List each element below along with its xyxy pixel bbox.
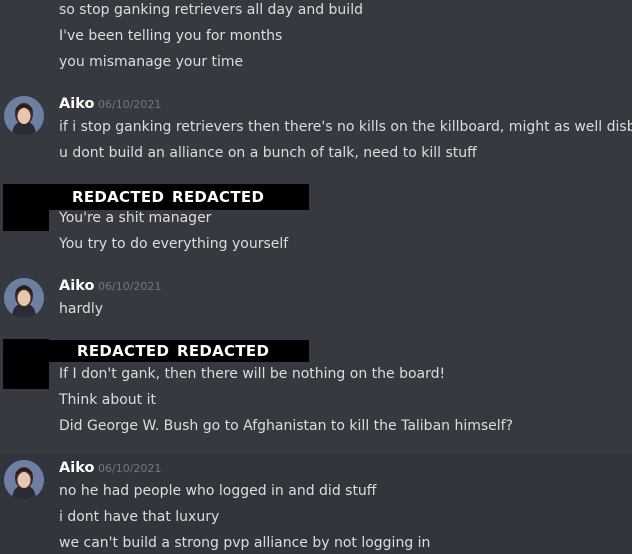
message-line: no he had people who logged in and did s… [59, 483, 377, 499]
timestamp: 06/10/2021 [98, 98, 162, 111]
message-line: You try to do everything yourself [59, 236, 289, 252]
avatar-image [4, 460, 44, 500]
avatar[interactable] [4, 96, 44, 136]
message-line: so stop ganking retrievers all day and b… [59, 2, 363, 18]
message-line: i dont have that luxury [59, 509, 220, 525]
redacted-label: REDACTED [172, 188, 265, 206]
message-line: if i stop ganking retrievers then there'… [59, 119, 632, 135]
message-line: I've been telling you for months [59, 28, 283, 44]
redacted-label: REDACTED [77, 342, 170, 360]
redacted-avatar [3, 184, 49, 231]
avatar[interactable] [4, 460, 44, 500]
timestamp: 06/10/2021 [98, 280, 162, 293]
message-line: u dont build an alliance on a bunch of t… [59, 145, 477, 161]
author-name[interactable]: Aiko [59, 459, 94, 477]
timestamp: 06/10/2021 [98, 462, 162, 475]
message-line: you mismanage your time [59, 54, 244, 70]
message-line: If I don't gank, then there will be noth… [59, 366, 446, 382]
redacted-label: REDACTED [177, 342, 270, 360]
message-line: hardly [59, 301, 104, 317]
message-line: Did George W. Bush go to Afghanistan to … [59, 418, 514, 434]
avatar-image [4, 96, 44, 136]
author-name[interactable]: Aiko [59, 95, 94, 113]
avatar[interactable] [4, 278, 44, 318]
redacted-avatar [3, 339, 49, 389]
message-line: we can't build a strong pvp alliance by … [59, 535, 431, 551]
author-name[interactable]: Aiko [59, 277, 94, 295]
message-line: Think about it [59, 392, 156, 408]
avatar-image [4, 278, 44, 318]
message-line: You're a shit manager [59, 210, 212, 226]
redacted-label: REDACTED [72, 188, 165, 206]
